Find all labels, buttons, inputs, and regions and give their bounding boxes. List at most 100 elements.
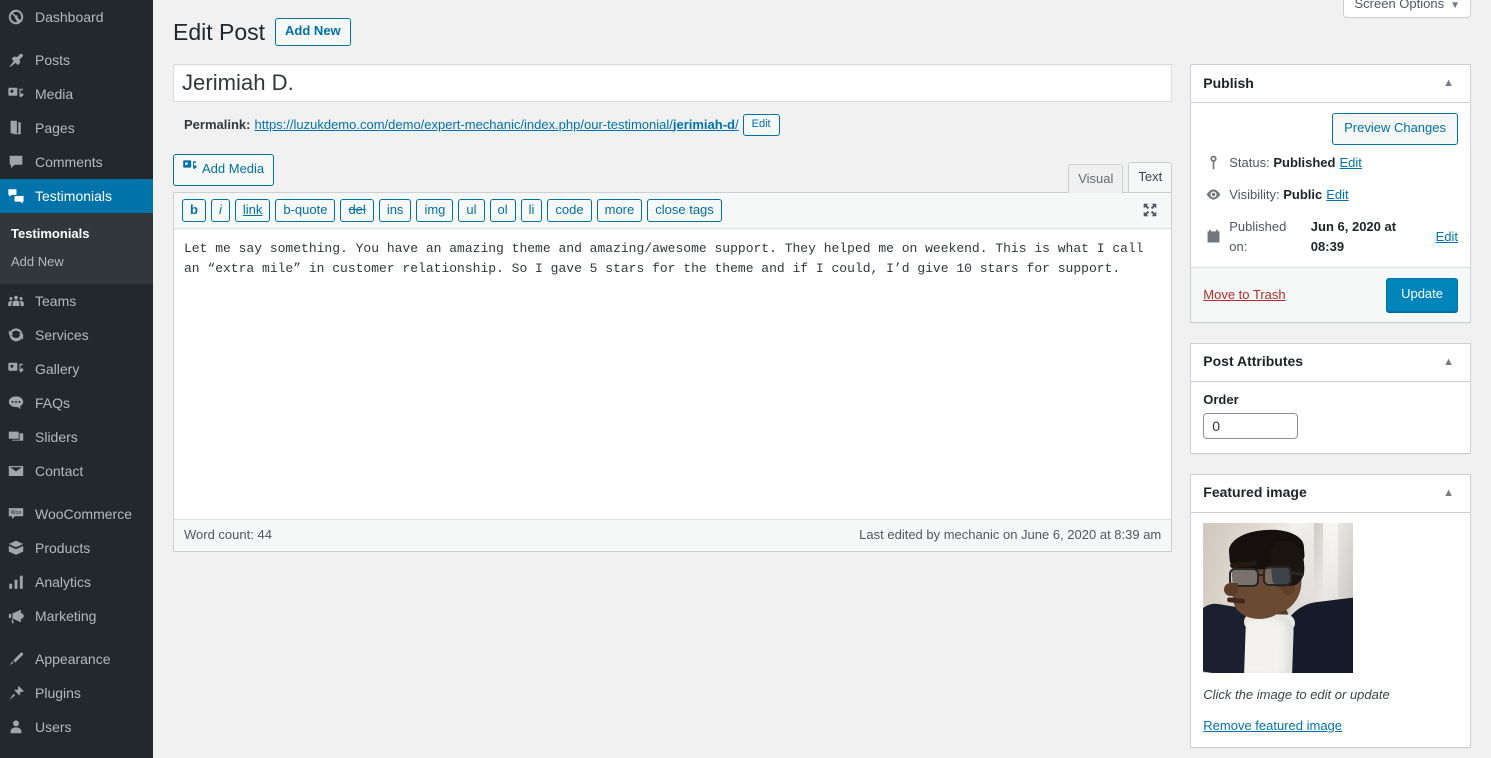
sidebar-item-posts[interactable]: Posts: [0, 43, 153, 77]
last-edited: Last edited by mechanic on June 6, 2020 …: [859, 526, 1162, 542]
visibility-label: Visibility:: [1229, 186, 1280, 202]
sidebar-item-label: Comments: [35, 154, 103, 170]
collapse-toggle-icon[interactable]: ▲: [1439, 74, 1458, 93]
sidebar-item-products[interactable]: Products: [0, 531, 153, 565]
sidebar-item-services[interactable]: Services: [0, 318, 153, 352]
permalink-row: Permalink: https://luzukdemo.com/demo/ex…: [173, 102, 1172, 137]
post-content-textarea[interactable]: Let me say something. You have an amazin…: [174, 228, 1172, 519]
quicktag-ins[interactable]: ins: [378, 198, 412, 222]
screen-meta-links: Screen Options ▼: [1343, 0, 1471, 18]
sidebar-item-testimonials[interactable]: Testimonials: [0, 179, 153, 213]
publish-actions: Move to Trash Update: [1191, 266, 1470, 322]
sidebar-item-gallery[interactable]: Gallery: [0, 352, 153, 386]
collapse-toggle-icon[interactable]: ▲: [1439, 484, 1458, 503]
sidebar-item-media[interactable]: Media: [0, 77, 153, 111]
preview-changes-button[interactable]: Preview Changes: [1332, 113, 1458, 145]
quicktag-ol[interactable]: ol: [489, 198, 516, 222]
post-attributes-header: Post Attributes ▲: [1191, 344, 1470, 382]
quicktag-b-quote[interactable]: b-quote: [275, 198, 336, 222]
post-title-input[interactable]: [173, 64, 1173, 102]
submenu-item-testimonials[interactable]: Testimonials: [0, 220, 153, 248]
portrait-illustration: [1203, 522, 1354, 673]
sidebar-item-pages[interactable]: Pages: [0, 111, 153, 145]
remove-featured-image-link[interactable]: Remove featured image: [1203, 718, 1342, 733]
sidebar-item-users[interactable]: Users: [0, 710, 153, 744]
products-icon: [6, 538, 26, 558]
quicktags-toolbar: b i link b-quote del ins img ul ol li co…: [174, 192, 1172, 229]
edit-published-on-link[interactable]: Edit: [1436, 227, 1458, 247]
quicktag-del[interactable]: del: [340, 198, 374, 222]
media-icon: [6, 84, 26, 104]
sliders-icon: [6, 427, 26, 447]
update-button[interactable]: Update: [1386, 277, 1458, 312]
edit-visibility-link[interactable]: Edit: [1326, 185, 1348, 205]
publish-box: Publish ▲ Preview Changes Status: Publis…: [1190, 64, 1471, 323]
sidebar-item-label: Contact: [35, 463, 84, 479]
sidebar-item-marketing[interactable]: Marketing: [0, 599, 153, 633]
status-value: Published: [1273, 154, 1336, 170]
add-new-button[interactable]: Add New: [275, 18, 351, 46]
sidebar-item-label: Analytics: [35, 574, 92, 590]
sidebar-item-dashboard[interactable]: Dashboard: [0, 0, 153, 34]
sidebar-item-appearance[interactable]: Appearance: [0, 642, 153, 676]
pin-marker-icon: [1203, 153, 1223, 173]
move-to-trash-link[interactable]: Move to Trash: [1203, 287, 1285, 302]
sidebar-item-contact[interactable]: Contact: [0, 454, 153, 488]
sidebar-item-label: Sliders: [35, 429, 78, 445]
publish-box-body: Preview Changes Status: Published Edit V…: [1191, 103, 1470, 267]
sidebar-item-plugins[interactable]: Plugins: [0, 676, 153, 710]
sidebar-item-label: Pages: [35, 120, 75, 136]
title-field-wrapper: [173, 64, 1173, 102]
featured-image-thumbnail[interactable]: [1203, 522, 1354, 673]
featured-image-box: Featured image ▲ Click the image to edit…: [1190, 473, 1471, 749]
pin-icon: [6, 50, 26, 70]
permalink-link[interactable]: https://luzukdemo.com/demo/expert-mechan…: [254, 113, 738, 137]
edit-status-link[interactable]: Edit: [1339, 153, 1361, 173]
status-row: Status: Published Edit: [1203, 147, 1458, 179]
collapse-toggle-icon[interactable]: ▲: [1439, 353, 1458, 372]
tab-visual[interactable]: Visual: [1068, 163, 1124, 193]
sidebar-item-woocommerce[interactable]: Woo WooCommerce: [0, 497, 153, 531]
editor-status-bar: Word count: 44 Last edited by mechanic o…: [174, 518, 1172, 551]
post-attributes-box: Post Attributes ▲ Order: [1190, 342, 1471, 454]
fullscreen-icon[interactable]: [1141, 201, 1159, 219]
sidebar-item-teams[interactable]: Teams: [0, 284, 153, 318]
editor-container: b i link b-quote del ins img ul ol li co…: [173, 191, 1173, 552]
sidebar-item-label: FAQs: [35, 395, 71, 411]
featured-image-caption: Click the image to edit or update: [1203, 686, 1390, 702]
published-on-row: Published on: Jun 6, 2020 at 08:39 Edit: [1203, 211, 1458, 263]
sidebar-separator: [0, 633, 153, 642]
quicktag-close-tags[interactable]: close tags: [647, 198, 722, 222]
tab-text[interactable]: Text: [1128, 161, 1173, 192]
quicktag-link[interactable]: link: [234, 198, 271, 222]
eye-icon: [1203, 185, 1223, 205]
sidebar-item-analytics[interactable]: Analytics: [0, 565, 153, 599]
quicktag-b[interactable]: b: [182, 198, 206, 222]
sidebar-item-label: Users: [35, 719, 72, 735]
quicktag-i[interactable]: i: [210, 198, 230, 222]
quicktag-img[interactable]: img: [416, 198, 454, 222]
quicktag-code[interactable]: code: [547, 198, 592, 222]
envelope-icon: [6, 461, 26, 481]
sidebar-item-comments[interactable]: Comments: [0, 145, 153, 179]
sidebar-item-label: Dashboard: [35, 9, 104, 25]
quicktag-ul[interactable]: ul: [458, 198, 485, 222]
quicktag-more[interactable]: more: [596, 198, 643, 222]
edit-slug-button[interactable]: Edit: [742, 113, 780, 137]
menu-order-input[interactable]: [1203, 412, 1299, 439]
add-media-button[interactable]: Add Media: [173, 154, 275, 186]
publish-box-header: Publish ▲: [1191, 65, 1470, 103]
faq-icon: [6, 393, 26, 413]
sidebar-item-label: WooCommerce: [35, 506, 132, 522]
main-content-area: Screen Options ▼ Edit Post Add New Permal…: [153, 0, 1491, 758]
chevron-down-icon: ▼: [1450, 0, 1460, 11]
editor-wrapper: Add Media Visual Text b i link b-quote d…: [173, 148, 1173, 552]
order-label: Order: [1203, 391, 1239, 407]
sidebar-item-sliders[interactable]: Sliders: [0, 420, 153, 454]
quicktag-li[interactable]: li: [520, 198, 543, 222]
sidebar-item-label: Marketing: [35, 608, 97, 624]
submenu-item-add-new[interactable]: Add New: [0, 248, 153, 276]
word-count: Word count: 44: [184, 526, 272, 542]
sidebar-item-faqs[interactable]: FAQs: [0, 386, 153, 420]
screen-options-button[interactable]: Screen Options ▼: [1343, 0, 1471, 18]
